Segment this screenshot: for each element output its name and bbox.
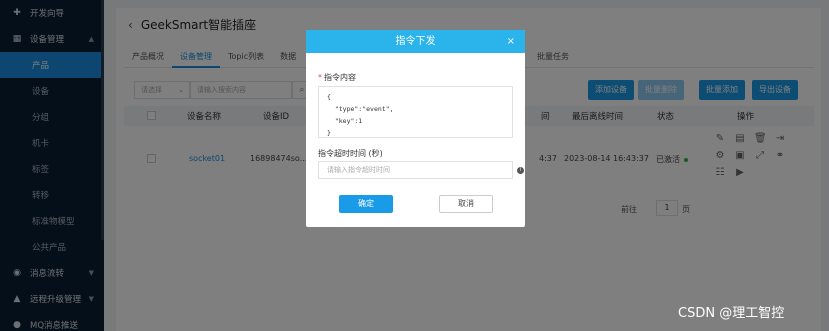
dialog-header: 指令下发 × [306,30,525,53]
code-line: "type":"event", [327,105,394,113]
command-dialog: 指令下发 × * 指令内容 { "type":"event", "key":1 }… [306,30,525,227]
content-label-text: 指令内容 [324,73,356,82]
code-line: { [327,93,331,101]
watermark: CSDN @理工智控 [678,306,785,321]
timeout-input[interactable]: 请输入指令超时时间 [318,161,513,179]
timeout-label: 指令超时时间 (秒) [318,149,383,158]
command-content-editor[interactable]: { "type":"event", "key":1 } [318,86,513,138]
info-icon[interactable]: i [517,167,524,174]
confirm-button[interactable]: 确定 [339,195,393,213]
code-line: "key":1 [327,117,363,125]
close-icon[interactable]: × [507,30,515,53]
cancel-button[interactable]: 取消 [439,195,493,213]
required-marker: * [318,73,322,82]
code-line: } [327,129,331,137]
content-label: * 指令内容 [318,72,356,83]
dialog-title: 指令下发 [395,36,436,47]
